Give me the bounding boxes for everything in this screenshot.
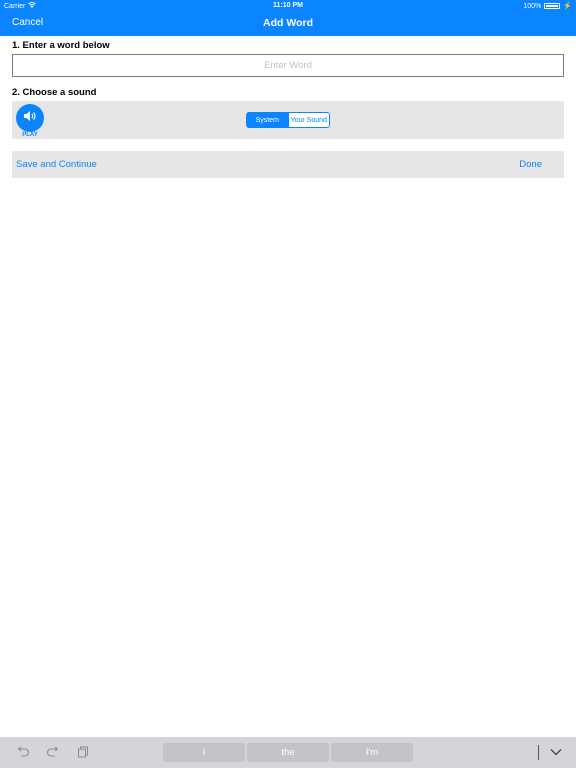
status-bar: Carrier 11:10 PM 100% ⚡ — [0, 0, 576, 12]
play-button[interactable] — [16, 104, 44, 132]
suggestion-2[interactable]: the — [247, 743, 329, 762]
battery-info: 100% ⚡ — [523, 2, 572, 11]
page-title: Add Word — [263, 17, 313, 29]
battery-percent: 100% — [523, 2, 542, 10]
status-time: 11:10 PM — [273, 2, 303, 9]
word-input[interactable] — [12, 54, 564, 77]
paste-icon[interactable] — [76, 745, 90, 759]
add-word-screen: Carrier 11:10 PM 100% ⚡ Cancel Add Word … — [0, 0, 576, 768]
done-button[interactable]: Done — [519, 159, 542, 170]
suggestion-1[interactable]: I — [163, 743, 245, 762]
top-bar: Carrier 11:10 PM 100% ⚡ Cancel Add Word — [0, 0, 576, 36]
keyboard-divider — [538, 745, 539, 760]
sound-panel: PLAY System Your Sound — [12, 101, 564, 139]
play-label: PLAY — [22, 132, 38, 138]
undo-icon[interactable] — [16, 745, 30, 759]
keyboard-shortcut-bar: I the I'm — [0, 737, 576, 768]
battery-icon — [544, 3, 561, 9]
step2-label: 2. Choose a sound — [12, 87, 97, 98]
dismiss-keyboard-icon[interactable] — [549, 745, 563, 759]
step1-label: 1. Enter a word below — [12, 40, 110, 51]
redo-icon[interactable] — [46, 745, 60, 759]
suggestion-3[interactable]: I'm — [331, 743, 413, 762]
save-and-continue-button[interactable]: Save and Continue — [16, 159, 97, 170]
sound-source-segmented-control: System Your Sound — [246, 112, 330, 128]
charging-icon: ⚡ — [563, 3, 572, 10]
speaker-icon — [23, 109, 37, 127]
segment-your-sound[interactable]: Your Sound — [287, 113, 330, 127]
segment-system[interactable]: System — [247, 113, 288, 127]
action-bar: Save and Continue Done — [12, 151, 564, 178]
navigation-bar: Cancel Add Word — [0, 12, 576, 36]
